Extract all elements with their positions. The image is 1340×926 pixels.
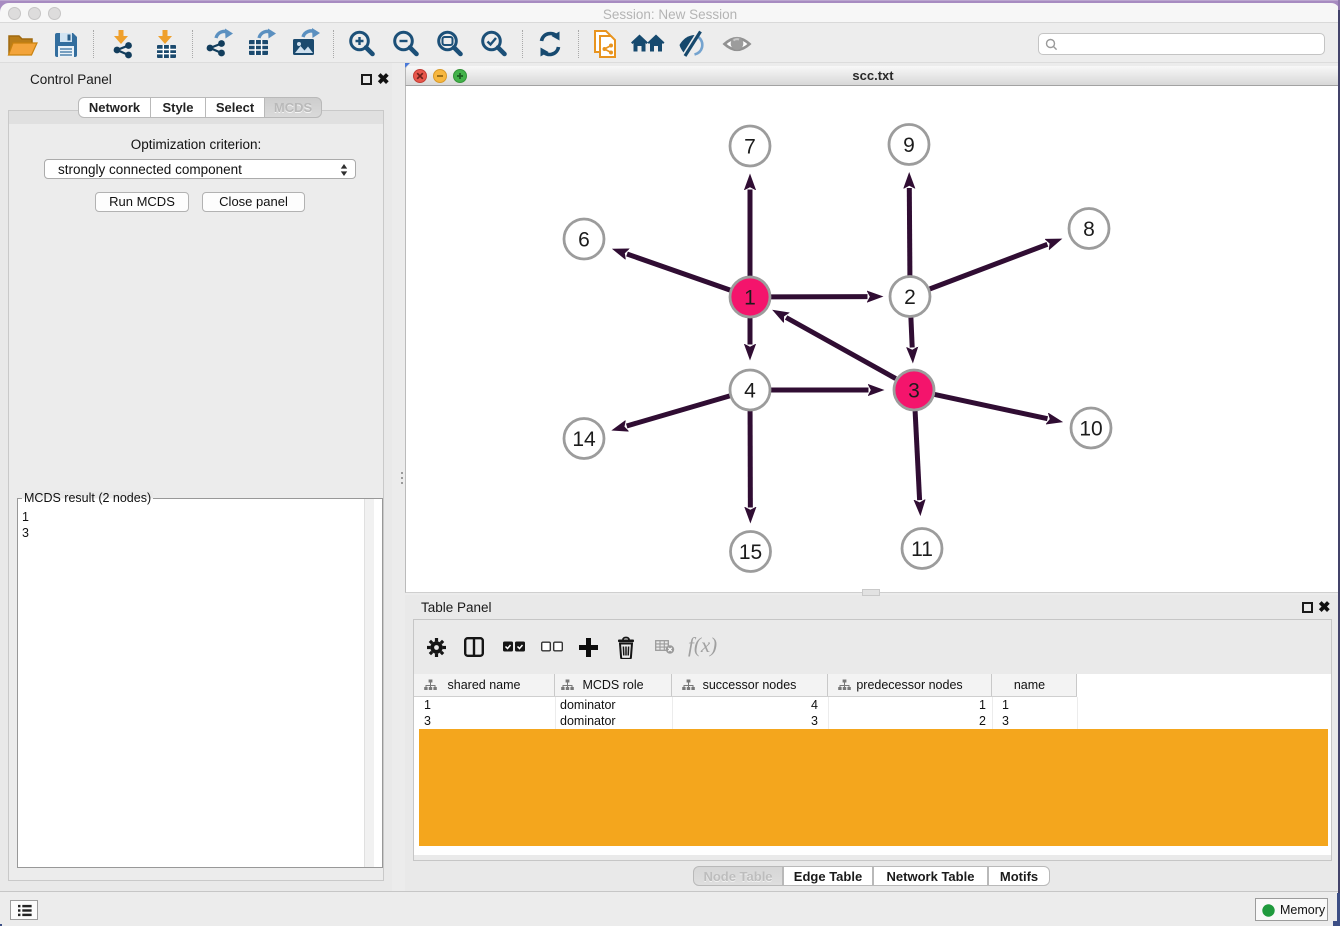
svg-text:4: 4 bbox=[744, 380, 756, 403]
svg-text:2: 2 bbox=[904, 286, 916, 309]
svg-text:3: 3 bbox=[908, 380, 920, 403]
svg-text:14: 14 bbox=[572, 428, 596, 451]
svg-text:10: 10 bbox=[1079, 418, 1102, 441]
svg-text:8: 8 bbox=[1083, 218, 1095, 241]
svg-text:1: 1 bbox=[744, 287, 756, 310]
svg-text:15: 15 bbox=[739, 541, 762, 564]
svg-text:7: 7 bbox=[744, 136, 756, 159]
svg-text:9: 9 bbox=[903, 134, 915, 157]
svg-text:11: 11 bbox=[911, 538, 933, 561]
svg-text:6: 6 bbox=[578, 229, 590, 252]
